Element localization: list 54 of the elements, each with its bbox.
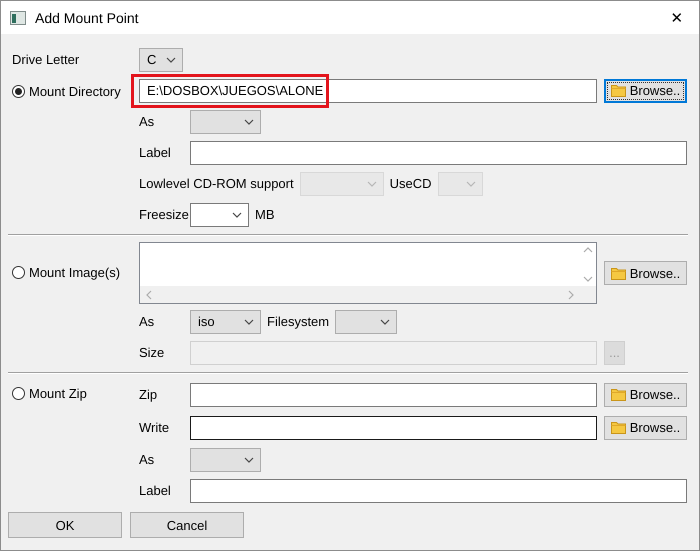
window-title: Add Mount Point [35,10,140,26]
field-label: Zip [139,387,158,402]
chevron-icon [244,456,254,462]
chevron-icon [166,56,176,62]
scroll-right-icon [568,290,574,300]
field-label: Write [139,420,170,435]
field-label: UseCD [390,176,432,191]
text-field[interactable] [190,416,597,440]
text-field[interactable] [190,478,687,502]
radio-button[interactable]: Mount Image(s) [12,264,120,280]
field-label: Label [139,483,172,498]
folder-icon [610,421,626,434]
field-label: Filesystem [267,314,330,329]
dropdown[interactable]: C [139,48,183,72]
dialog-button[interactable]: OK [8,512,122,538]
close-button[interactable]: ✕ [655,8,699,26]
dropdown[interactable] [190,110,261,134]
dialog-button[interactable]: Cancel [130,512,244,538]
scroll-up-icon [582,247,592,253]
field-label: As [139,114,156,129]
chevron-icon [366,180,377,186]
folder-icon [610,84,626,97]
field-label: Drive Letter [12,52,80,67]
field-label: Size [139,345,166,360]
text-field[interactable]: E:\DOSBOX\JUEGOS\ALONE [139,78,597,102]
text-field[interactable] [190,382,597,406]
chevron-icon [244,318,254,324]
dropdown[interactable] [190,448,261,472]
browse-button[interactable]: Browse.. [604,78,687,102]
chevron-icon [244,118,254,124]
dropdown[interactable] [335,310,398,334]
scroll-down-icon [582,276,592,282]
chevron-icon [380,318,390,324]
field-label: Lowlevel CD-ROM support [139,176,294,191]
text-field[interactable] [190,140,687,164]
dropdown[interactable] [190,202,249,226]
field-label: As [139,314,156,329]
folder-icon [610,266,626,280]
dropdown[interactable]: iso [190,310,261,334]
browse-button[interactable]: Browse.. [604,382,687,406]
chevron-icon [232,212,242,218]
radio-button[interactable]: Mount Zip [12,386,87,401]
field-label: Label [139,145,172,160]
scroll-left-icon [146,290,152,300]
browse-button[interactable]: Browse.. [604,416,687,440]
chevron-icon [466,180,476,186]
field-label: Freesize [139,207,190,222]
app-icon [10,10,26,24]
unit-label: MB [255,207,274,222]
browse-button[interactable]: Browse.. [604,261,687,285]
folder-icon [610,388,626,401]
field-label: As [139,452,156,467]
radio-button[interactable]: Mount Directory [12,84,121,98]
list-box[interactable] [139,242,597,304]
